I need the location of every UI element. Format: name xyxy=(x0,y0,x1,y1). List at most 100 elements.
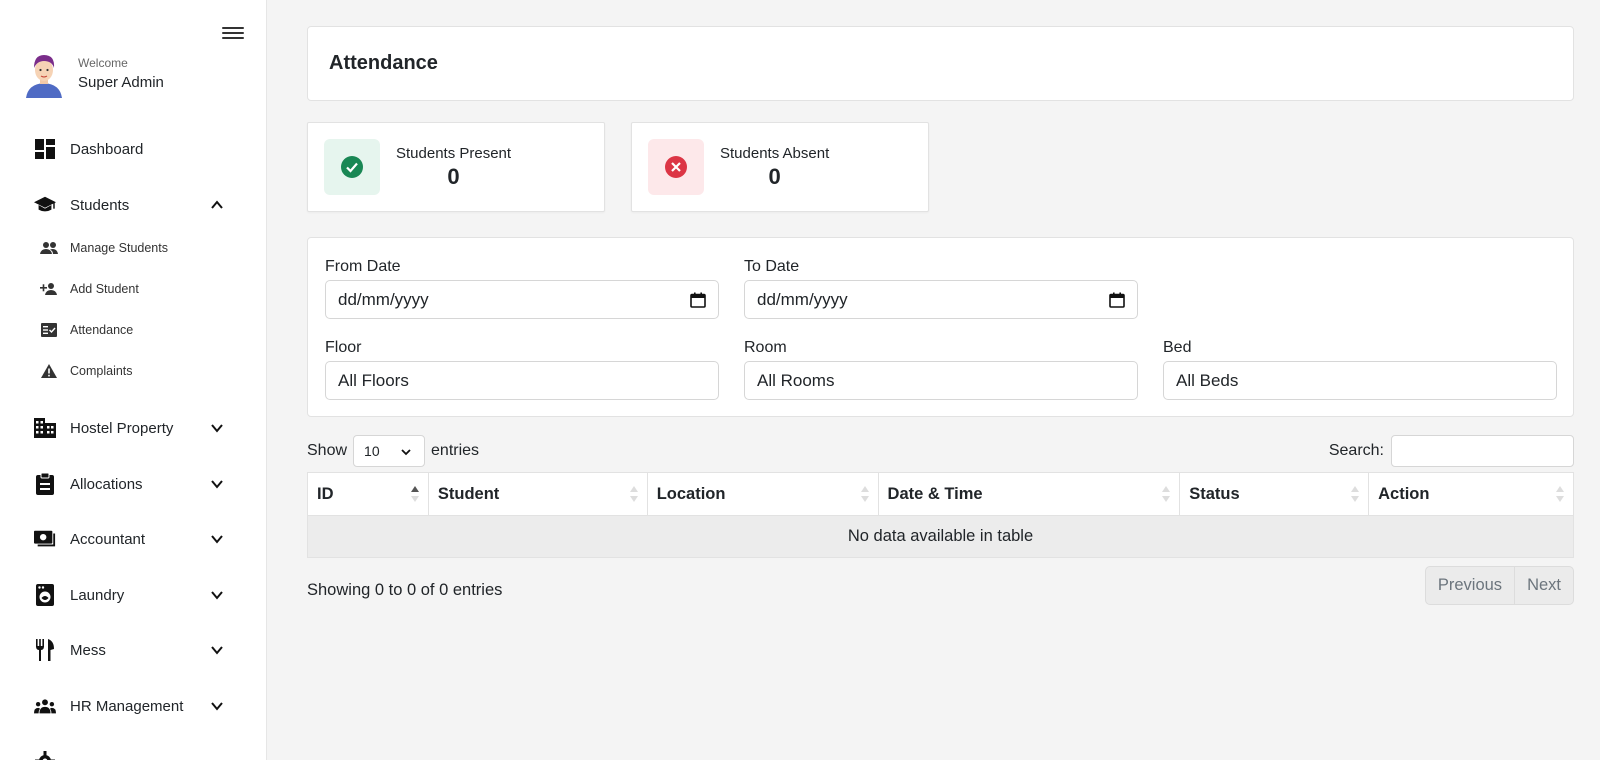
washing-machine-icon xyxy=(34,584,56,606)
from-date-label: From Date xyxy=(325,258,401,275)
sidebar-subitem-manage-students[interactable]: Manage Students xyxy=(40,236,240,260)
bed-label: Bed xyxy=(1163,339,1192,356)
sort-icon xyxy=(1162,486,1171,502)
from-date-placeholder: dd/mm/yyyy xyxy=(338,289,429,309)
attendance-table: ID Student Location Date & Time Status A… xyxy=(307,472,1574,558)
dashboard-icon xyxy=(34,138,56,160)
sidebar-subitem-attendance[interactable]: Attendance xyxy=(40,318,240,342)
column-header-label: Date & Time xyxy=(887,484,983,503)
person-add-icon xyxy=(40,280,58,298)
column-header-label: ID xyxy=(317,484,334,503)
chevron-down-icon xyxy=(211,535,223,544)
column-header-student[interactable]: Student xyxy=(427,472,648,516)
sort-asc-icon xyxy=(410,486,419,502)
menu-toggle-icon[interactable] xyxy=(222,24,244,42)
chevron-down-icon xyxy=(211,591,223,600)
floor-label: Floor xyxy=(325,339,362,356)
next-button[interactable]: Next xyxy=(1514,567,1573,604)
fact-check-icon xyxy=(40,321,58,339)
bed-field: Bed All Beds xyxy=(1163,339,1557,400)
room-value: All Rooms xyxy=(757,370,835,390)
sidebar-item-allocations[interactable]: Allocations xyxy=(34,469,234,499)
column-header-status[interactable]: Status xyxy=(1179,472,1370,516)
stat-label: Students Present xyxy=(396,144,512,162)
page-length-value: 10 xyxy=(364,443,380,459)
sidebar-item-students[interactable]: Students xyxy=(34,190,234,220)
column-header-label: Location xyxy=(656,484,726,503)
stat-value-present: 0 xyxy=(447,163,460,189)
check-circle-icon xyxy=(341,156,363,178)
bed-select[interactable]: All Beds xyxy=(1163,361,1557,400)
page-length-select[interactable]: 10 xyxy=(353,435,426,467)
sidebar-item-mess[interactable]: Mess xyxy=(34,635,234,665)
calendar-icon[interactable] xyxy=(690,292,706,308)
column-header-id[interactable]: ID xyxy=(307,472,429,516)
page-title: Attendance xyxy=(329,52,438,74)
restaurant-icon xyxy=(34,639,56,661)
x-circle-icon xyxy=(665,156,687,178)
to-date-field: To Date dd/mm/yyyy xyxy=(744,258,1138,319)
sort-icon xyxy=(629,486,638,502)
sidebar-item-label: Hostel Property xyxy=(70,419,174,437)
stat-card-present: Students Present 0 xyxy=(307,122,605,212)
graduation-cap-icon xyxy=(34,194,56,216)
sidebar-item-laundry[interactable]: Laundry xyxy=(34,580,234,610)
chevron-down-icon xyxy=(211,424,223,433)
sidebar: Welcome Super Admin Dashboard Students M… xyxy=(0,0,267,760)
chevron-down-icon xyxy=(211,646,223,655)
calendar-icon[interactable] xyxy=(1109,292,1125,308)
sidebar-item-label: HR Management xyxy=(70,697,184,715)
table-info: Showing 0 to 0 of 0 entries xyxy=(307,581,503,599)
to-date-placeholder: dd/mm/yyyy xyxy=(757,289,848,309)
from-date-input[interactable]: dd/mm/yyyy xyxy=(325,280,719,319)
column-header-label: Action xyxy=(1378,484,1430,503)
groups-icon xyxy=(34,695,56,717)
warning-icon xyxy=(40,362,58,380)
sidebar-subitem-complaints[interactable]: Complaints xyxy=(40,359,240,383)
sidebar-item-accountant[interactable]: Accountant xyxy=(34,524,234,554)
column-header-location[interactable]: Location xyxy=(646,472,879,516)
stats-row: Students Present 0 Students Absent 0 xyxy=(307,122,929,212)
main-content: Attendance Students Present 0 Students A… xyxy=(307,26,1574,605)
sidebar-item-hostel-property[interactable]: Hostel Property xyxy=(34,413,234,443)
page-header: Attendance xyxy=(307,26,1574,101)
pagination: Previous Next xyxy=(1424,566,1574,605)
sidebar-item-label: Students xyxy=(70,196,130,214)
search-label: Search: xyxy=(1328,442,1384,459)
sort-icon xyxy=(1351,486,1360,502)
search-input[interactable] xyxy=(1391,435,1574,467)
floor-value: All Floors xyxy=(338,370,409,390)
chevron-up-icon xyxy=(211,200,223,209)
sidebar-item-label: Accountant xyxy=(70,530,146,548)
chevron-down-icon xyxy=(211,480,223,489)
previous-button[interactable]: Previous xyxy=(1426,567,1514,604)
sidebar-item-dashboard[interactable]: Dashboard xyxy=(34,134,234,164)
sidebar-item-hr-management[interactable]: HR Management xyxy=(34,691,234,721)
room-select[interactable]: All Rooms xyxy=(744,361,1138,400)
sidebar-subitem-add-student[interactable]: Add Student xyxy=(40,277,240,301)
floor-select[interactable]: All Floors xyxy=(325,361,719,400)
user-profile: Welcome Super Admin xyxy=(24,50,164,98)
room-label: Room xyxy=(744,339,787,356)
column-header-action[interactable]: Action xyxy=(1368,472,1574,516)
sort-icon xyxy=(860,486,869,502)
stat-card-absent: Students Absent 0 xyxy=(631,122,929,212)
building-icon xyxy=(34,417,56,439)
user-name: Super Admin xyxy=(78,74,164,91)
sidebar-subitem-label: Add Student xyxy=(70,282,139,296)
sidebar-item-label: Mess xyxy=(70,641,106,659)
sort-icon xyxy=(1556,486,1564,502)
filter-panel: From Date dd/mm/yyyy To Date dd/mm/yyyy … xyxy=(307,237,1574,417)
column-header-date-time[interactable]: Date & Time xyxy=(877,472,1181,516)
money-icon xyxy=(34,528,56,550)
stat-label: Students Absent xyxy=(720,144,830,162)
chevron-down-icon xyxy=(401,449,411,456)
sidebar-subitem-label: Attendance xyxy=(70,323,134,337)
sidebar-subitem-label: Manage Students xyxy=(70,241,168,255)
sidebar-item-settings[interactable] xyxy=(34,746,234,760)
to-date-input[interactable]: dd/mm/yyyy xyxy=(744,280,1138,319)
floor-field: Floor All Floors xyxy=(325,339,719,400)
stat-icon-box xyxy=(648,139,704,195)
bed-value: All Beds xyxy=(1176,370,1239,390)
gear-icon xyxy=(34,750,56,760)
